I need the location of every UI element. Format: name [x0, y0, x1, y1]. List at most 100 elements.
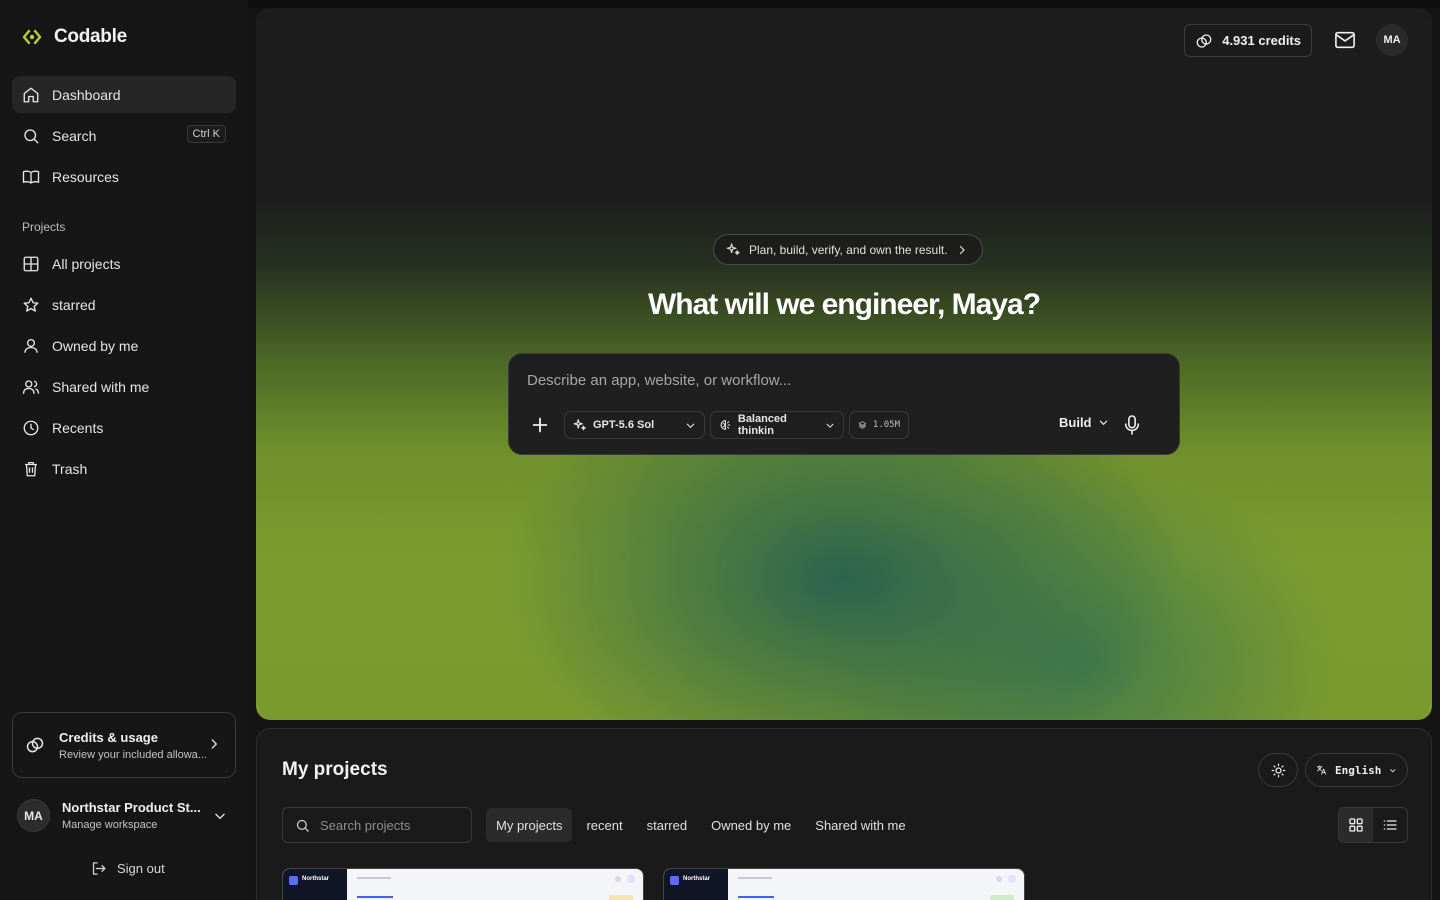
nav-label: Recents: [52, 419, 104, 436]
star-icon: [23, 297, 39, 312]
grid-view-button[interactable]: [1339, 808, 1373, 842]
list-view-button[interactable]: [1373, 808, 1407, 842]
language-select[interactable]: English: [1305, 753, 1408, 787]
view-toggle: [1338, 807, 1408, 843]
projects-title: My projects: [282, 759, 388, 780]
chevron-down-icon: [686, 423, 695, 428]
card-brand: Northstar: [302, 876, 330, 882]
model-label: GPT-5.6 Sol: [593, 419, 655, 431]
chevron-down-icon: [1390, 768, 1396, 772]
app-root: Codable Dashboard Search Ctrl K Resource…: [0, 0, 1440, 900]
projects-heading: Projects: [22, 220, 66, 234]
nav-item-starred[interactable]: starred: [12, 286, 236, 323]
tab-shared-with-me[interactable]: Shared with me: [805, 808, 915, 842]
thinking-select[interactable]: Balanced thinkin: [710, 411, 844, 439]
mode-label: Build: [1059, 415, 1092, 430]
clock-icon: [23, 420, 39, 435]
home-icon: [23, 87, 39, 102]
nav-item-all-projects[interactable]: All projects: [12, 245, 236, 282]
hero-panel: 4.931 credits MA Plan, build, verify, an…: [256, 8, 1432, 720]
coins-icon: [26, 737, 44, 753]
context-size-label: 1.05M: [872, 420, 900, 430]
credits-button[interactable]: 4.931 credits: [1184, 24, 1312, 57]
model-select[interactable]: GPT-5.6 Sol: [564, 411, 705, 439]
nav-item-search[interactable]: Search Ctrl K: [12, 117, 236, 154]
nav-label: Dashboard: [52, 86, 121, 103]
nav-item-trash[interactable]: Trash: [12, 450, 236, 487]
nav-label: All projects: [52, 255, 121, 272]
nav-label: Shared with me: [52, 378, 150, 395]
nav-item-dashboard[interactable]: Dashboard: [12, 76, 236, 113]
project-card[interactable]: Northstar: [282, 868, 644, 900]
book-icon: [22, 170, 40, 184]
workspace-subtitle: Manage workspace: [62, 819, 158, 831]
mode-select[interactable]: Build: [1059, 415, 1109, 430]
card-preview-dot: [627, 875, 635, 883]
card-preview-tag: [609, 895, 633, 900]
list-icon: [1383, 820, 1397, 830]
layers-icon: [858, 421, 867, 429]
logout-icon: [92, 862, 106, 875]
add-attachment-icon[interactable]: [529, 414, 551, 436]
chevron-right-icon: [211, 739, 218, 749]
sparkles-icon: [573, 419, 586, 431]
nav-item-resources[interactable]: Resources: [12, 158, 236, 195]
sign-out-label: Sign out: [117, 861, 165, 876]
sidebar: Codable Dashboard Search Ctrl K Resource…: [0, 0, 248, 900]
workspace-switcher[interactable]: MA Northstar Product St... Manage worksp…: [17, 799, 237, 832]
hero-title: What will we engineer, Maya?: [647, 288, 1041, 321]
context-size-badge: 1.05M: [849, 411, 909, 439]
project-search: [282, 807, 472, 843]
mail-icon[interactable]: [1334, 30, 1356, 50]
project-search-input[interactable]: [320, 817, 460, 833]
nav-label: Trash: [52, 460, 88, 477]
coins-icon: [1196, 33, 1212, 48]
search-icon: [24, 128, 39, 143]
chevron-down-icon: [1099, 420, 1107, 426]
microphone-icon[interactable]: [1123, 414, 1141, 436]
project-card[interactable]: Northstar: [663, 868, 1025, 900]
sign-out-button[interactable]: Sign out: [90, 860, 165, 877]
card-logo-icon: [289, 876, 298, 885]
card-preview-dot: [1008, 875, 1016, 883]
brand[interactable]: Codable: [22, 26, 127, 48]
nav-item-shared[interactable]: Shared with me: [12, 368, 236, 405]
announcement-pill[interactable]: Plan, build, verify, and own the result.: [713, 234, 983, 265]
chevron-right-icon: [959, 245, 965, 254]
logo-icon: [22, 29, 42, 45]
shortcut-badge: Ctrl K: [186, 125, 226, 143]
card-preview-dot: [996, 876, 1002, 882]
nav-item-owned[interactable]: Owned by me: [12, 327, 236, 364]
tab-starred[interactable]: starred: [637, 808, 697, 842]
workspace-name: Northstar Product St...: [62, 800, 201, 815]
credits-card-subtitle: Review your included allowa...: [59, 748, 207, 761]
workspace-avatar: MA: [17, 799, 50, 832]
card-preview-dot: [615, 876, 621, 882]
brain-icon: [720, 420, 731, 430]
brand-name: Codable: [54, 26, 127, 47]
trash-icon: [25, 461, 37, 476]
search-icon: [296, 819, 309, 832]
users-icon: [22, 379, 40, 394]
language-label: English: [1335, 763, 1382, 777]
grid-icon: [23, 256, 39, 271]
prompt-input[interactable]: [527, 372, 1157, 389]
card-brand: Northstar: [683, 876, 711, 882]
tab-recent[interactable]: recent: [576, 808, 632, 842]
credits-usage-card[interactable]: Credits & usage Review your included all…: [12, 712, 236, 778]
project-tabs: My projects recent starred Owned by me S…: [486, 808, 920, 842]
projects-panel: My projects English My projects recent s…: [256, 728, 1432, 900]
user-avatar[interactable]: MA: [1376, 24, 1408, 56]
card-preview-line: [357, 877, 391, 879]
nav-label: Search: [52, 127, 97, 144]
nav-item-recents[interactable]: Recents: [12, 409, 236, 446]
grid-icon: [1349, 818, 1363, 832]
credits-card-title: Credits & usage: [59, 729, 158, 745]
nav-label: Resources: [52, 168, 119, 185]
projects-nav: All projects starred Owned by me Shared …: [12, 245, 236, 491]
tab-owned-by-me[interactable]: Owned by me: [701, 808, 801, 842]
top-strip: [248, 0, 1440, 8]
theme-toggle-button[interactable]: [1258, 753, 1298, 787]
tab-my-projects[interactable]: My projects: [486, 808, 573, 842]
nav-label: starred: [52, 296, 96, 313]
